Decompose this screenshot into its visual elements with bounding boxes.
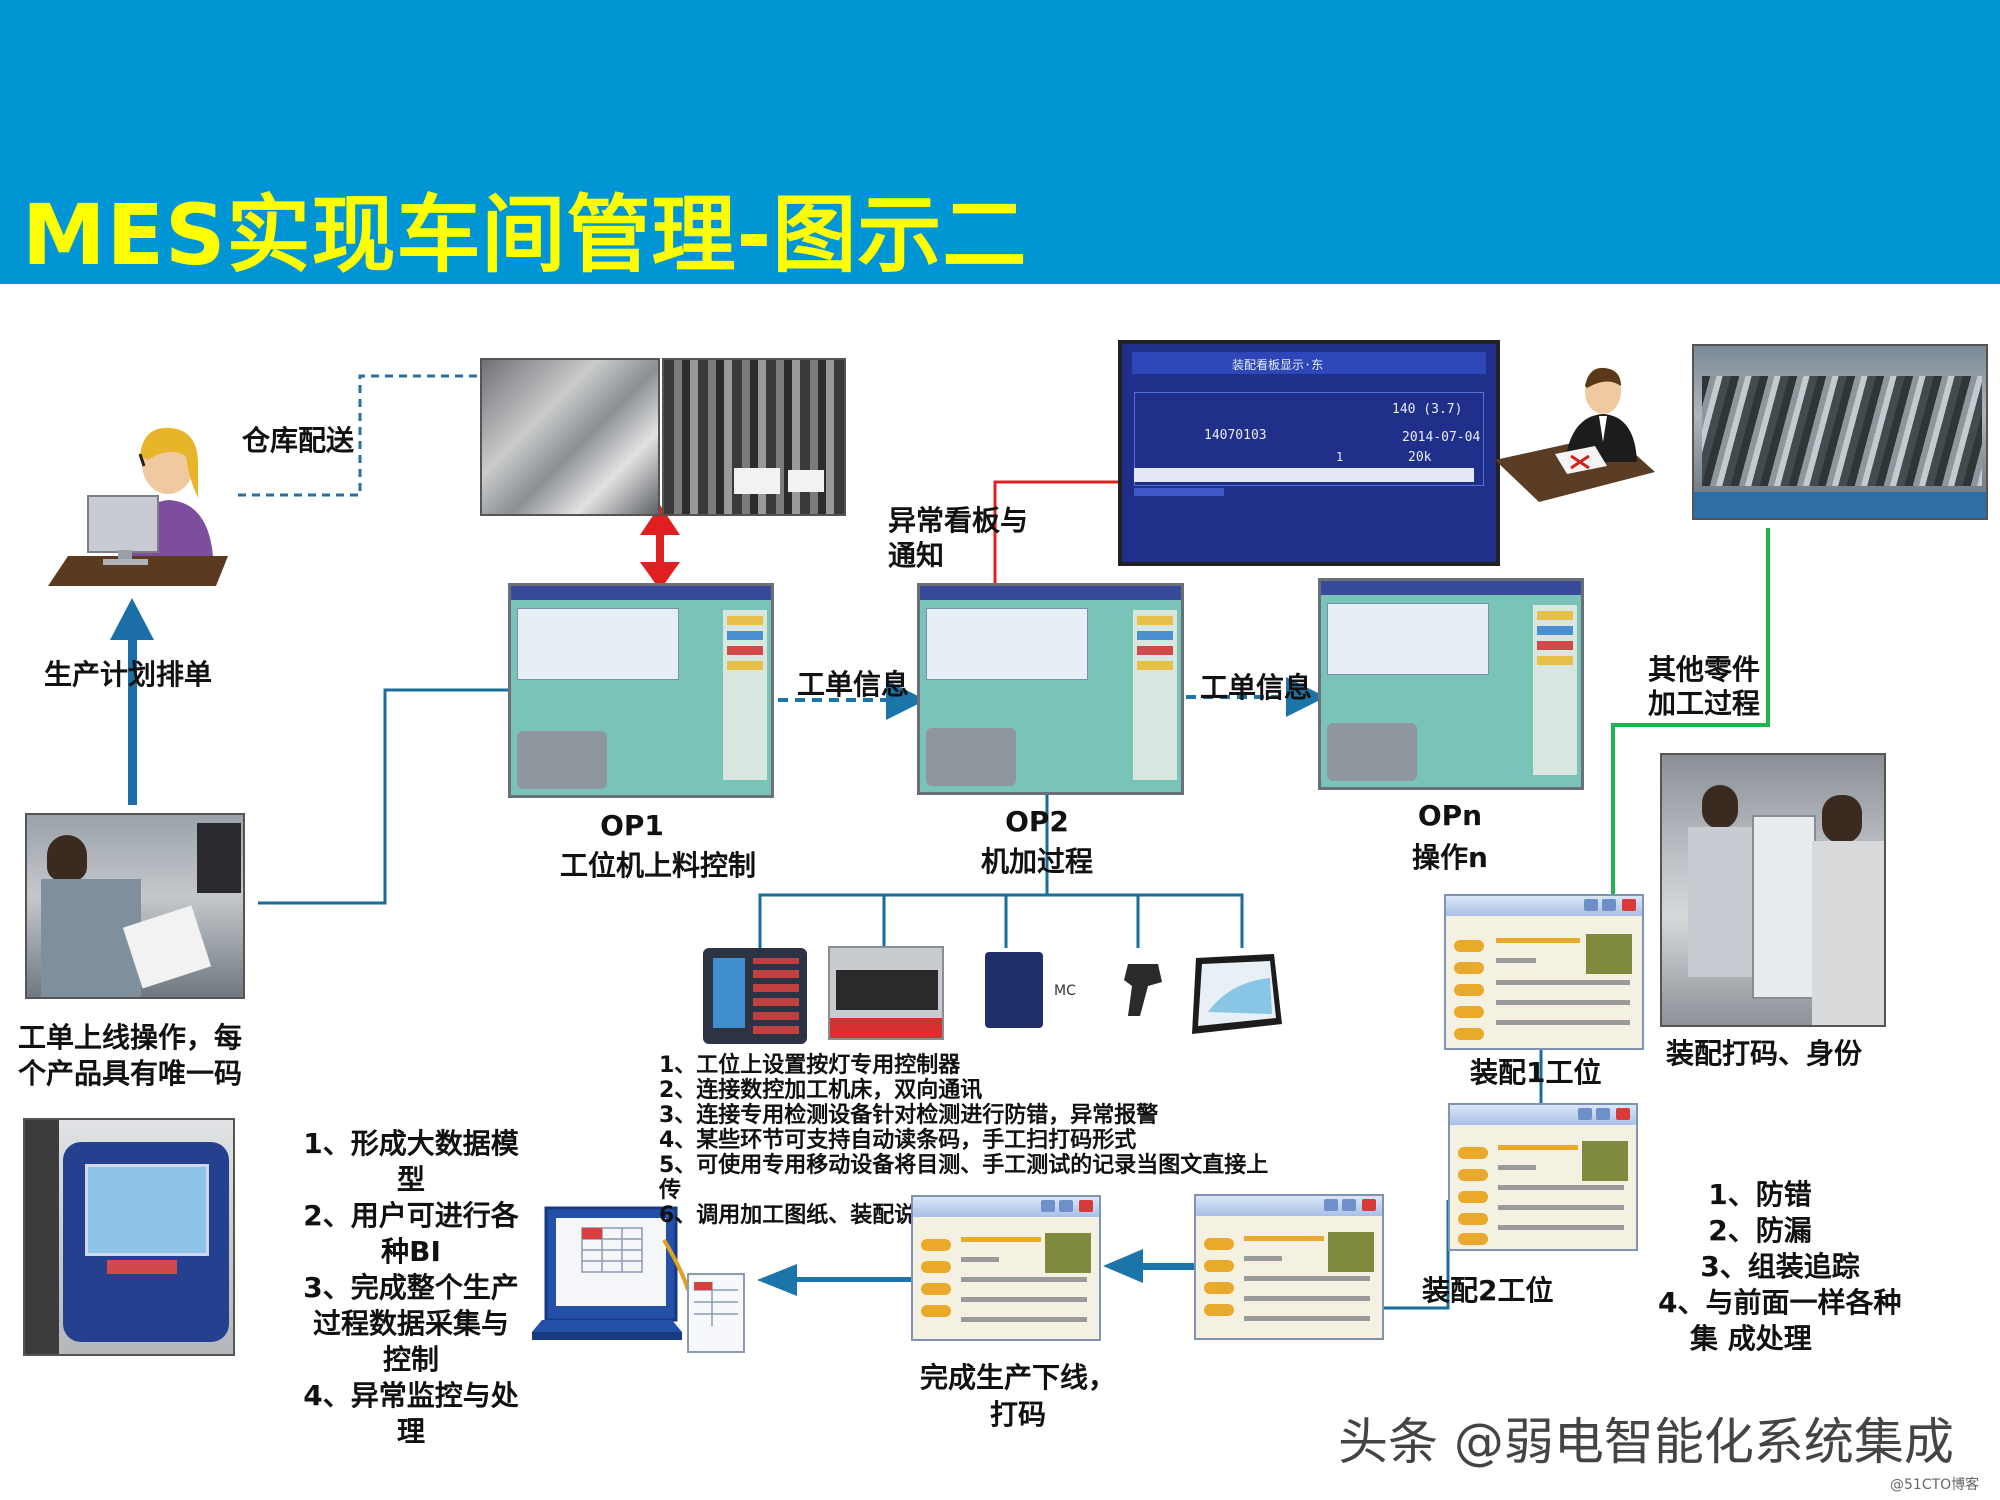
op1-label-line1: OP1 [600,809,664,842]
kanban-value-5: 1 [1336,450,1344,464]
opn-label-line2: 操作n [1412,841,1488,874]
warehouse-gears-photo [662,358,846,516]
op2-label-line2: 机加过程 [980,845,1093,878]
kanban-value-1: 140 (3.7) [1392,402,1463,417]
online-label-line2: 个产品具有唯一码 [18,1057,243,1090]
offline-label-line1: 完成生产下线， [919,1361,1116,1394]
op1-label-line2: 工位机上料控制 [559,849,756,882]
op1-station-screen [508,583,774,798]
plan-up-arrow [110,598,154,805]
red-double-arrow [640,505,680,590]
warehouse-label: 仓库配送 [242,424,355,457]
assembly1-window [1444,894,1644,1050]
kanban-heading: 装配看板显示·东 [1232,358,1324,372]
benefit-line: 控制 [382,1343,439,1376]
benefit-line: 3、完成整个生产 [303,1271,519,1304]
assembly-workers-photo [1660,753,1886,1027]
online-to-op1-line [258,688,510,905]
barcode-scanner-icon [1124,964,1162,1016]
benefit-line: 2、用户可进行各 [303,1199,519,1232]
feature-line: 4、某些环节可支持自动读条码，手工扫打码形式 [659,1128,1137,1153]
op2-label-line1: OP2 [1005,805,1069,838]
assembly-code-label: 装配打码、身份 [1666,1037,1863,1070]
workorder-label-1: 工单信息 [797,668,910,701]
online-label-line1: 工单上线操作，每 [18,1021,243,1054]
assembly-benefit-line: 2、防漏 [1708,1214,1812,1247]
kiosk-terminal-photo [23,1118,235,1356]
opn-label-line1: OPn [1417,799,1483,832]
other-parts-label-line2: 加工过程 [1648,687,1761,720]
benefit-line: 过程数据采集与 [312,1307,509,1340]
watermark-text: 头条 @弱电智能化系统集成 [1338,1413,1954,1471]
operator-icon [48,427,228,586]
opn-station-screen [1318,578,1584,790]
op2-station-screen [917,583,1184,795]
plan-label: 生产计划排单 [44,658,213,691]
assembly-benefit-line: 1、防错 [1708,1178,1812,1211]
offline-label-line2: 打码 [989,1398,1046,1431]
assembly-benefit-line: 4、与前面一样各种 [1658,1286,1902,1319]
kanban-value-4: 20k [1408,450,1432,465]
anomaly-label-line1: 异常看板与 [888,504,1029,537]
network-device-partial-text: MC [1054,983,1076,999]
assembly-benefit-line: 集 成处理 [1690,1322,1812,1355]
other-parts-label-line1: 其他零件 [1648,653,1761,686]
benefit-line: 型 [396,1163,425,1196]
feature-line: 2、连接数控加工机床，双向通讯 [659,1078,983,1103]
online-worker-photo [25,813,245,999]
feature-line: 5、可使用专用移动设备将目测、手工测试的记录当图文直接上 [659,1153,1269,1178]
feature-line: 3、连接专用检测设备针对检测进行防错，异常报警 [659,1103,1159,1128]
warehouse-parts-photo [480,358,660,516]
workorder-label-2: 工单信息 [1200,671,1313,704]
anomaly-label-line2: 通知 [888,539,945,572]
cnc-machine-icon [828,946,944,1040]
benefit-line: 种BI [381,1235,441,1268]
assembly2-prev-window [1194,1194,1384,1340]
supervisor-icon [1495,367,1655,502]
anomaly-kanban-screen: 装配看板显示·东 140 (3.7) 14070103 2014-07-04 1… [1118,340,1500,566]
tablet-icon [1192,954,1282,1034]
benefit-line: 4、异常监控与处 [303,1379,519,1412]
data-benefits-list: 1、形成大数据模 型 2、用户可进行各 种BI 3、完成整个生产 过程数据采集与… [286,1126,536,1450]
assembly1-label: 装配1工位 [1470,1056,1602,1089]
assembly2-window [1448,1103,1638,1251]
assembly2-label: 装配2工位 [1422,1274,1554,1307]
benefit-line: 理 [396,1415,425,1448]
corner-mark: @51CTO博客 [1890,1477,1980,1493]
assembly-benefit-line: 3、组装追踪 [1700,1250,1860,1283]
benefit-line: 1、形成大数据模 [303,1127,519,1160]
report-monitor-icon [532,1206,745,1353]
other-parts-photo [1692,344,1988,520]
kanban-value-2: 14070103 [1204,428,1267,443]
network-device-icon [985,952,1043,1028]
assembly-to-offline-arrow [1103,1249,1195,1283]
assembly-benefits-list: 1、防错 2、防漏 3、组装追踪 4、与前面一样各种 集 成处理 [1640,1177,1940,1357]
offline-window [911,1195,1101,1341]
controller-icon [703,948,807,1044]
feature-line: 1、工位上设置按灯专用控制器 [659,1053,961,1078]
kanban-value-3: 2014-07-04 [1402,430,1481,445]
offline-to-report-arrow [757,1264,913,1296]
